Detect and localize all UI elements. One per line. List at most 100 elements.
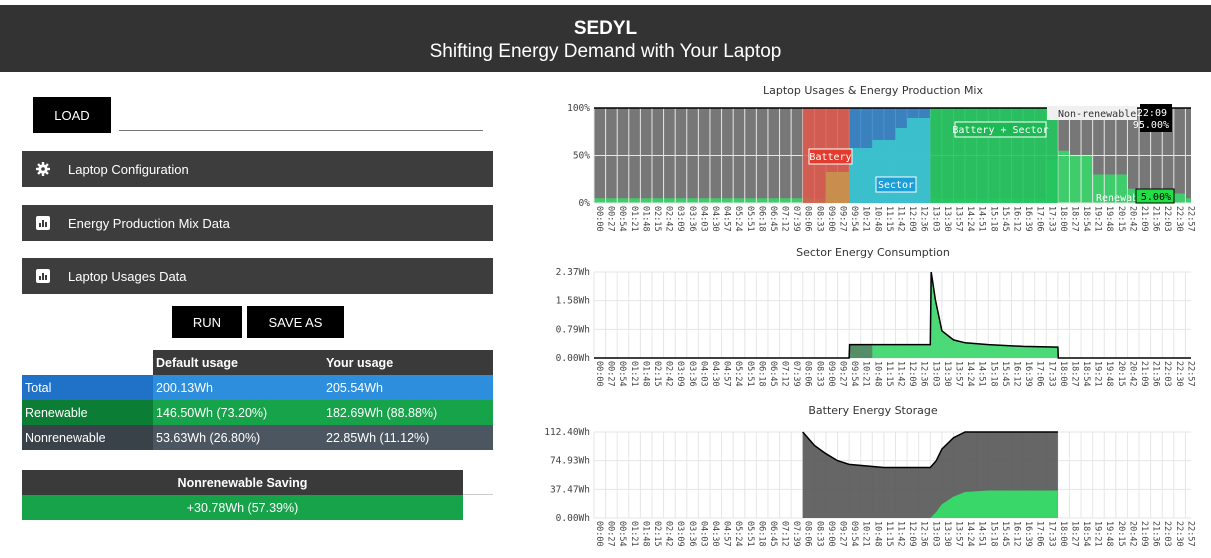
divider: [463, 494, 493, 495]
x-tick-label: 20:42: [1127, 521, 1137, 547]
battery-sector-label-box: [954, 121, 1047, 138]
x-tick-label: 12:09: [907, 206, 917, 232]
x-tick-label: 18:27: [1069, 206, 1079, 232]
x-tick-label: 03:09: [675, 206, 685, 232]
app-subtitle: Shifting Energy Demand with Your Laptop: [429, 41, 782, 62]
x-tick-label: 22:57: [1185, 361, 1195, 387]
y-tick-label: 0.00Wh: [556, 353, 590, 364]
section-energy-production-mix-data[interactable]: Energy Production Mix Data: [22, 205, 493, 241]
tooltip-renewable-series: Renewable: [1096, 193, 1150, 204]
x-tick-label: 16:12: [1011, 206, 1021, 232]
battery-storage-chart: Battery Energy Storage 0.00Wh 37.47Wh 74.93…: [544, 404, 1195, 547]
save-as-button[interactable]: SAVE AS: [247, 306, 344, 338]
x-tick-label: 18:00: [1058, 521, 1068, 547]
section-label: Energy Production Mix Data: [68, 215, 230, 231]
x-tick-label: 11:42: [896, 206, 906, 232]
x-tick-label: 12:36: [919, 521, 929, 547]
x-tick-label: 21:36: [1151, 521, 1161, 547]
x-tick-label: 04:03: [698, 521, 708, 547]
x-tick-label: 22:30: [1174, 206, 1184, 232]
x-tick-label: 09:54: [849, 206, 859, 232]
usage-block-sector: [849, 110, 931, 203]
x-tick-label: 13:57: [953, 521, 963, 547]
x-tick-label: 14:51: [977, 521, 987, 547]
run-button[interactable]: RUN: [172, 306, 242, 338]
energy-mix-chart: Laptop Usages & Energy Production Mix 0% 5…: [567, 84, 1195, 232]
chart-title: Laptop Usages & Energy Production Mix: [763, 84, 984, 97]
x-tick-label: 17:06: [1035, 206, 1045, 232]
x-tick-label: 18:00: [1058, 206, 1068, 232]
x-tick-label: 09:27: [838, 206, 848, 232]
x-tick-label: 06:45: [768, 361, 778, 387]
x-tick-label: 08:33: [814, 361, 824, 387]
x-tick-label: 04:30: [710, 521, 720, 547]
x-tick-label: 18:27: [1069, 521, 1079, 547]
x-tick-label: 08:33: [814, 521, 824, 547]
x-tick-label: 20:15: [1116, 521, 1126, 547]
x-tick-label: 19:21: [1093, 361, 1103, 387]
battery-renewable-area: [802, 490, 1058, 518]
x-tick-label: 18:54: [1081, 206, 1091, 232]
x-tick-label: 17:33: [1046, 361, 1056, 387]
y-tick-label: 112.40Wh: [544, 427, 590, 438]
battery-sector-label: Battery + Sector: [952, 125, 1048, 136]
x-tick-label: 15:18: [988, 206, 998, 232]
x-tick-label: 00:54: [617, 521, 627, 547]
nonrenewable-saving-value: +30.78Wh (57.39%): [22, 495, 463, 520]
x-tick-label: 19:48: [1104, 521, 1114, 547]
tooltip-time: 22:09: [1137, 108, 1167, 119]
x-tick-label: 16:12: [1011, 521, 1021, 547]
x-tick-label: 08:06: [803, 361, 813, 387]
x-tick-label: 03:36: [687, 361, 697, 387]
x-tick-label: 09:54: [849, 361, 859, 387]
y-tick-label: 37.47Wh: [550, 484, 590, 495]
x-tick-label: 05:51: [745, 521, 755, 547]
x-tick-label: 04:57: [722, 206, 732, 232]
load-file-field[interactable]: [119, 130, 483, 131]
x-tick-label: 19:48: [1104, 206, 1114, 232]
x-tick-label: 02:42: [664, 361, 674, 387]
x-tick-label: 22:57: [1185, 206, 1195, 232]
x-tick-label: 10:21: [861, 521, 871, 547]
x-tick-label: 04:57: [722, 521, 732, 547]
x-tick-label: 08:06: [803, 521, 813, 547]
table-row-total: Total 200.13Wh 205.54Wh: [22, 375, 493, 400]
load-button[interactable]: LOAD: [33, 97, 111, 133]
x-tick-label: 21:36: [1151, 206, 1161, 232]
x-tick-label: 09:00: [826, 361, 836, 387]
x-tick-label: 21:09: [1139, 206, 1149, 232]
app-title: SEDYL: [573, 18, 638, 39]
x-tick-label: 04:03: [698, 206, 708, 232]
x-tick-label: 04:03: [698, 361, 708, 387]
table-row-renewable: Renewable 146.50Wh (73.20%) 182.69Wh (88…: [22, 400, 493, 425]
x-tick-label: 13:30: [942, 361, 952, 387]
x-tick-label: 01:48: [640, 206, 650, 232]
x-tick-label: 11:15: [884, 521, 894, 547]
x-tick-label: 11:15: [884, 361, 894, 387]
battery-stored-line: [802, 431, 1058, 469]
your-usage-value: 182.69Wh (88.88%): [323, 400, 493, 425]
results-header-cell: Default usage: [153, 350, 323, 375]
x-tick-label: 11:15: [884, 206, 894, 232]
section-laptop-configuration[interactable]: Laptop Configuration: [22, 151, 493, 187]
x-tick-label: 20:15: [1116, 206, 1126, 232]
usage-block-sector-top: [849, 108, 931, 203]
x-tick-label: 04:57: [722, 361, 732, 387]
results-header-row: Default usage Your usage: [22, 350, 493, 375]
x-tick-label: 03:36: [687, 521, 697, 547]
y-tick-label: 1.58Wh: [556, 296, 590, 307]
x-tick-label: 02:15: [652, 361, 662, 387]
your-usage-value: 205.54Wh: [323, 375, 493, 400]
battery-label: Battery: [809, 152, 851, 163]
x-tick-label: 22:03: [1162, 361, 1172, 387]
x-tick-label: 17:33: [1046, 521, 1056, 547]
app-header: SEDYL Shifting Energy Demand with Your L…: [0, 5, 1211, 72]
bar-chart-icon: [36, 269, 50, 283]
x-tick-label: 10:21: [861, 361, 871, 387]
x-tick-label: 07:12: [780, 206, 790, 232]
x-tick-label: 18:00: [1058, 361, 1068, 387]
x-tick-label: 06:45: [768, 206, 778, 232]
section-laptop-usages-data[interactable]: Laptop Usages Data: [22, 258, 493, 294]
sector-consumption-chart: Sector Energy Consumption 0.00Wh 0.79Wh 1.5…: [556, 246, 1196, 387]
x-tick-label: 16:39: [1023, 361, 1033, 387]
